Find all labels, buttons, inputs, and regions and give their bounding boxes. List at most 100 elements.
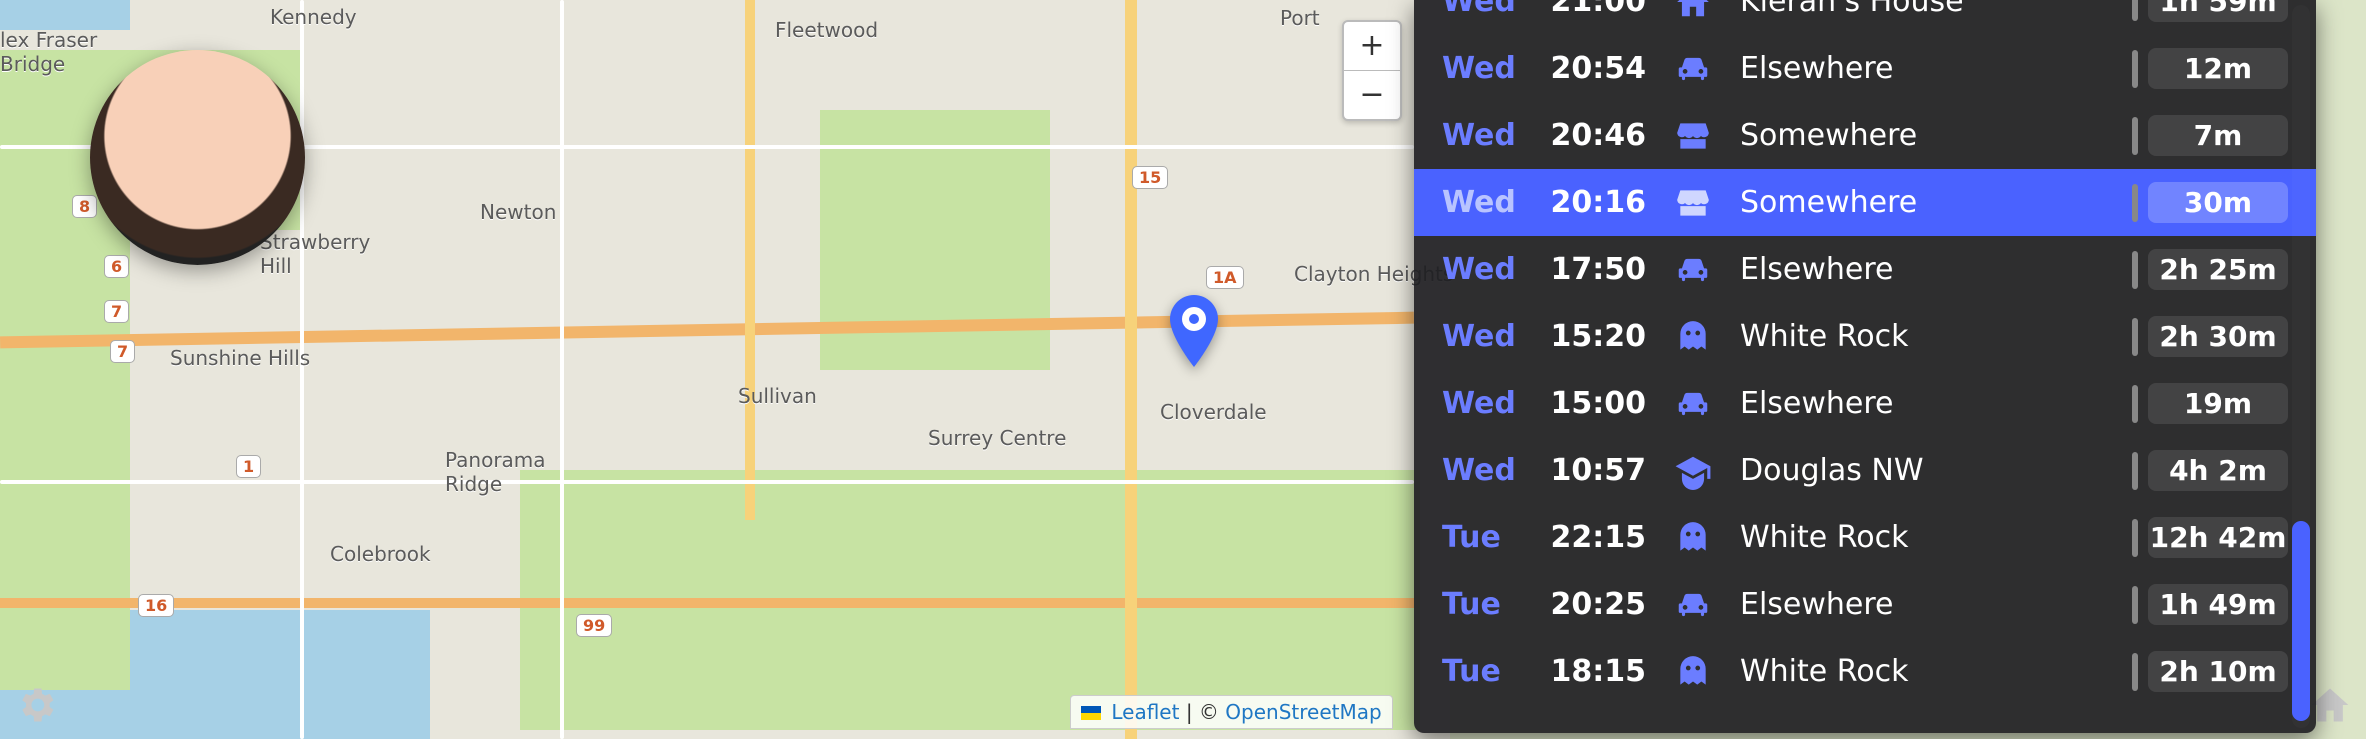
duration-bar <box>2132 251 2138 289</box>
car-icon <box>1670 251 1716 289</box>
row-time: 10:57 <box>1546 453 1646 488</box>
timeline-row[interactable]: Tue 18:15 White Rock 2h 10m <box>1414 638 2316 705</box>
row-day: Wed <box>1442 319 1522 354</box>
row-day: Wed <box>1442 453 1522 488</box>
row-time: 20:46 <box>1546 118 1646 153</box>
row-day: Wed <box>1442 252 1522 287</box>
scrollbar[interactable] <box>2292 5 2310 728</box>
row-duration: 12m <box>2148 48 2288 89</box>
duration-bar <box>2132 0 2138 21</box>
city-label: lex Fraser Bridge <box>0 28 97 76</box>
car-icon <box>1670 50 1716 88</box>
leaflet-link[interactable]: Leaflet <box>1111 700 1179 724</box>
row-time: 15:00 <box>1546 386 1646 421</box>
timeline-panel: Wed 21:00 Kieran's House 1h 59m Wed 20:54 Else… <box>1414 0 2316 733</box>
map-pin-icon[interactable] <box>1170 295 1218 367</box>
row-day: Tue <box>1442 587 1522 622</box>
row-time: 21:00 <box>1546 0 1646 19</box>
row-place: Kieran's House <box>1740 0 2108 19</box>
timeline-row[interactable]: Wed17:50Elsewhere2h 25m <box>1414 236 2316 303</box>
zoom-out-button[interactable]: − <box>1344 71 1400 119</box>
route-badge: 99 <box>576 614 612 637</box>
row-time: 20:16 <box>1546 185 1646 220</box>
city-label: Colebrook <box>330 542 431 566</box>
row-duration: 19m <box>2148 383 2288 424</box>
settings-gear-icon[interactable] <box>14 683 58 727</box>
row-place: Elsewhere <box>1740 386 2108 421</box>
row-time: 17:50 <box>1546 252 1646 287</box>
city-label: Sunshine Hills <box>170 346 310 370</box>
row-day: Tue <box>1442 520 1522 555</box>
timeline-row[interactable]: Tue 20:25 Elsewhere 1h 49m <box>1414 571 2316 638</box>
row-time: 18:15 <box>1546 654 1646 689</box>
timeline-row[interactable]: Wed 10:57 Douglas NW 4h 2m <box>1414 437 2316 504</box>
timeline-row[interactable]: Wed20:54Elsewhere12m <box>1414 35 2316 102</box>
city-label: Port <box>1280 6 1320 30</box>
row-day: Wed <box>1442 118 1522 153</box>
route-badge: 1A <box>1206 266 1244 289</box>
row-day: Tue <box>1442 654 1522 689</box>
city-label: Surrey Centre <box>928 426 1066 450</box>
row-place: Somewhere <box>1740 118 2108 153</box>
osm-link[interactable]: OpenStreetMap <box>1225 700 1381 724</box>
city-label: Kennedy <box>270 5 357 29</box>
row-time: 15:20 <box>1546 319 1646 354</box>
row-place: Elsewhere <box>1740 587 2108 622</box>
route-badge: 6 <box>104 255 129 278</box>
duration-bar <box>2132 385 2138 423</box>
row-duration: 4h 2m <box>2148 450 2288 491</box>
map-attribution: Leaflet | © OpenStreetMap <box>1070 695 1393 729</box>
row-day: Wed <box>1442 0 1522 19</box>
duration-bar <box>2132 117 2138 155</box>
row-place: Douglas NW <box>1740 453 2108 488</box>
timeline-row[interactable]: Wed20:46Somewhere7m <box>1414 102 2316 169</box>
row-place: Elsewhere <box>1740 51 2108 86</box>
timeline-row[interactable]: Wed 15:00 Elsewhere 19m <box>1414 370 2316 437</box>
row-place: White Rock <box>1740 654 2108 689</box>
duration-bar <box>2132 519 2138 557</box>
duration-bar <box>2132 452 2138 490</box>
user-avatar[interactable] <box>90 50 305 265</box>
zoom-in-button[interactable]: + <box>1344 22 1400 71</box>
route-badge: 8 <box>72 195 97 218</box>
ukraine-flag-icon <box>1081 706 1101 720</box>
row-duration: 12h 42m <box>2148 517 2288 558</box>
row-time: 20:25 <box>1546 587 1646 622</box>
row-place: White Rock <box>1740 520 2108 555</box>
city-label: Newton <box>480 200 556 224</box>
duration-bar <box>2132 653 2138 691</box>
row-place: Somewhere <box>1740 185 2108 220</box>
car-icon <box>1670 385 1716 423</box>
row-time: 20:54 <box>1546 51 1646 86</box>
ghost-icon <box>1670 519 1716 557</box>
row-day: Wed <box>1442 185 1522 220</box>
city-label: Fleetwood <box>775 18 878 42</box>
row-day: Wed <box>1442 386 1522 421</box>
route-badge: 7 <box>110 340 135 363</box>
timeline-row[interactable]: Wed 20:16 Somewhere 30m <box>1414 169 2316 236</box>
row-duration: 1h 49m <box>2148 584 2288 625</box>
school-icon <box>1670 452 1716 490</box>
duration-bar <box>2132 586 2138 624</box>
timeline-row[interactable]: Wed15:20White Rock2h 30m <box>1414 303 2316 370</box>
attribution-separator: | © <box>1186 700 1225 724</box>
city-label: Strawberry Hill <box>260 230 370 278</box>
row-place: White Rock <box>1740 319 2108 354</box>
ghost-icon <box>1670 318 1716 356</box>
car-icon <box>1670 586 1716 624</box>
row-duration: 30m <box>2148 182 2288 223</box>
row-duration: 2h 25m <box>2148 249 2288 290</box>
scrollbar-thumb[interactable] <box>2292 521 2310 721</box>
timeline-row[interactable]: Wed 21:00 Kieran's House 1h 59m <box>1414 0 2316 35</box>
row-duration: 2h 10m <box>2148 651 2288 692</box>
city-label: Sullivan <box>738 384 817 408</box>
route-badge: 16 <box>138 594 174 617</box>
ghost-icon <box>1670 653 1716 691</box>
store-icon <box>1670 184 1716 222</box>
row-duration: 1h 59m <box>2148 0 2288 22</box>
timeline-row[interactable]: Tue22:15White Rock12h 42m <box>1414 504 2316 571</box>
city-label: Cloverdale <box>1160 400 1267 424</box>
route-badge: 1 <box>236 455 261 478</box>
route-badge: 15 <box>1132 166 1168 189</box>
city-label: Panorama Ridge <box>445 448 546 496</box>
